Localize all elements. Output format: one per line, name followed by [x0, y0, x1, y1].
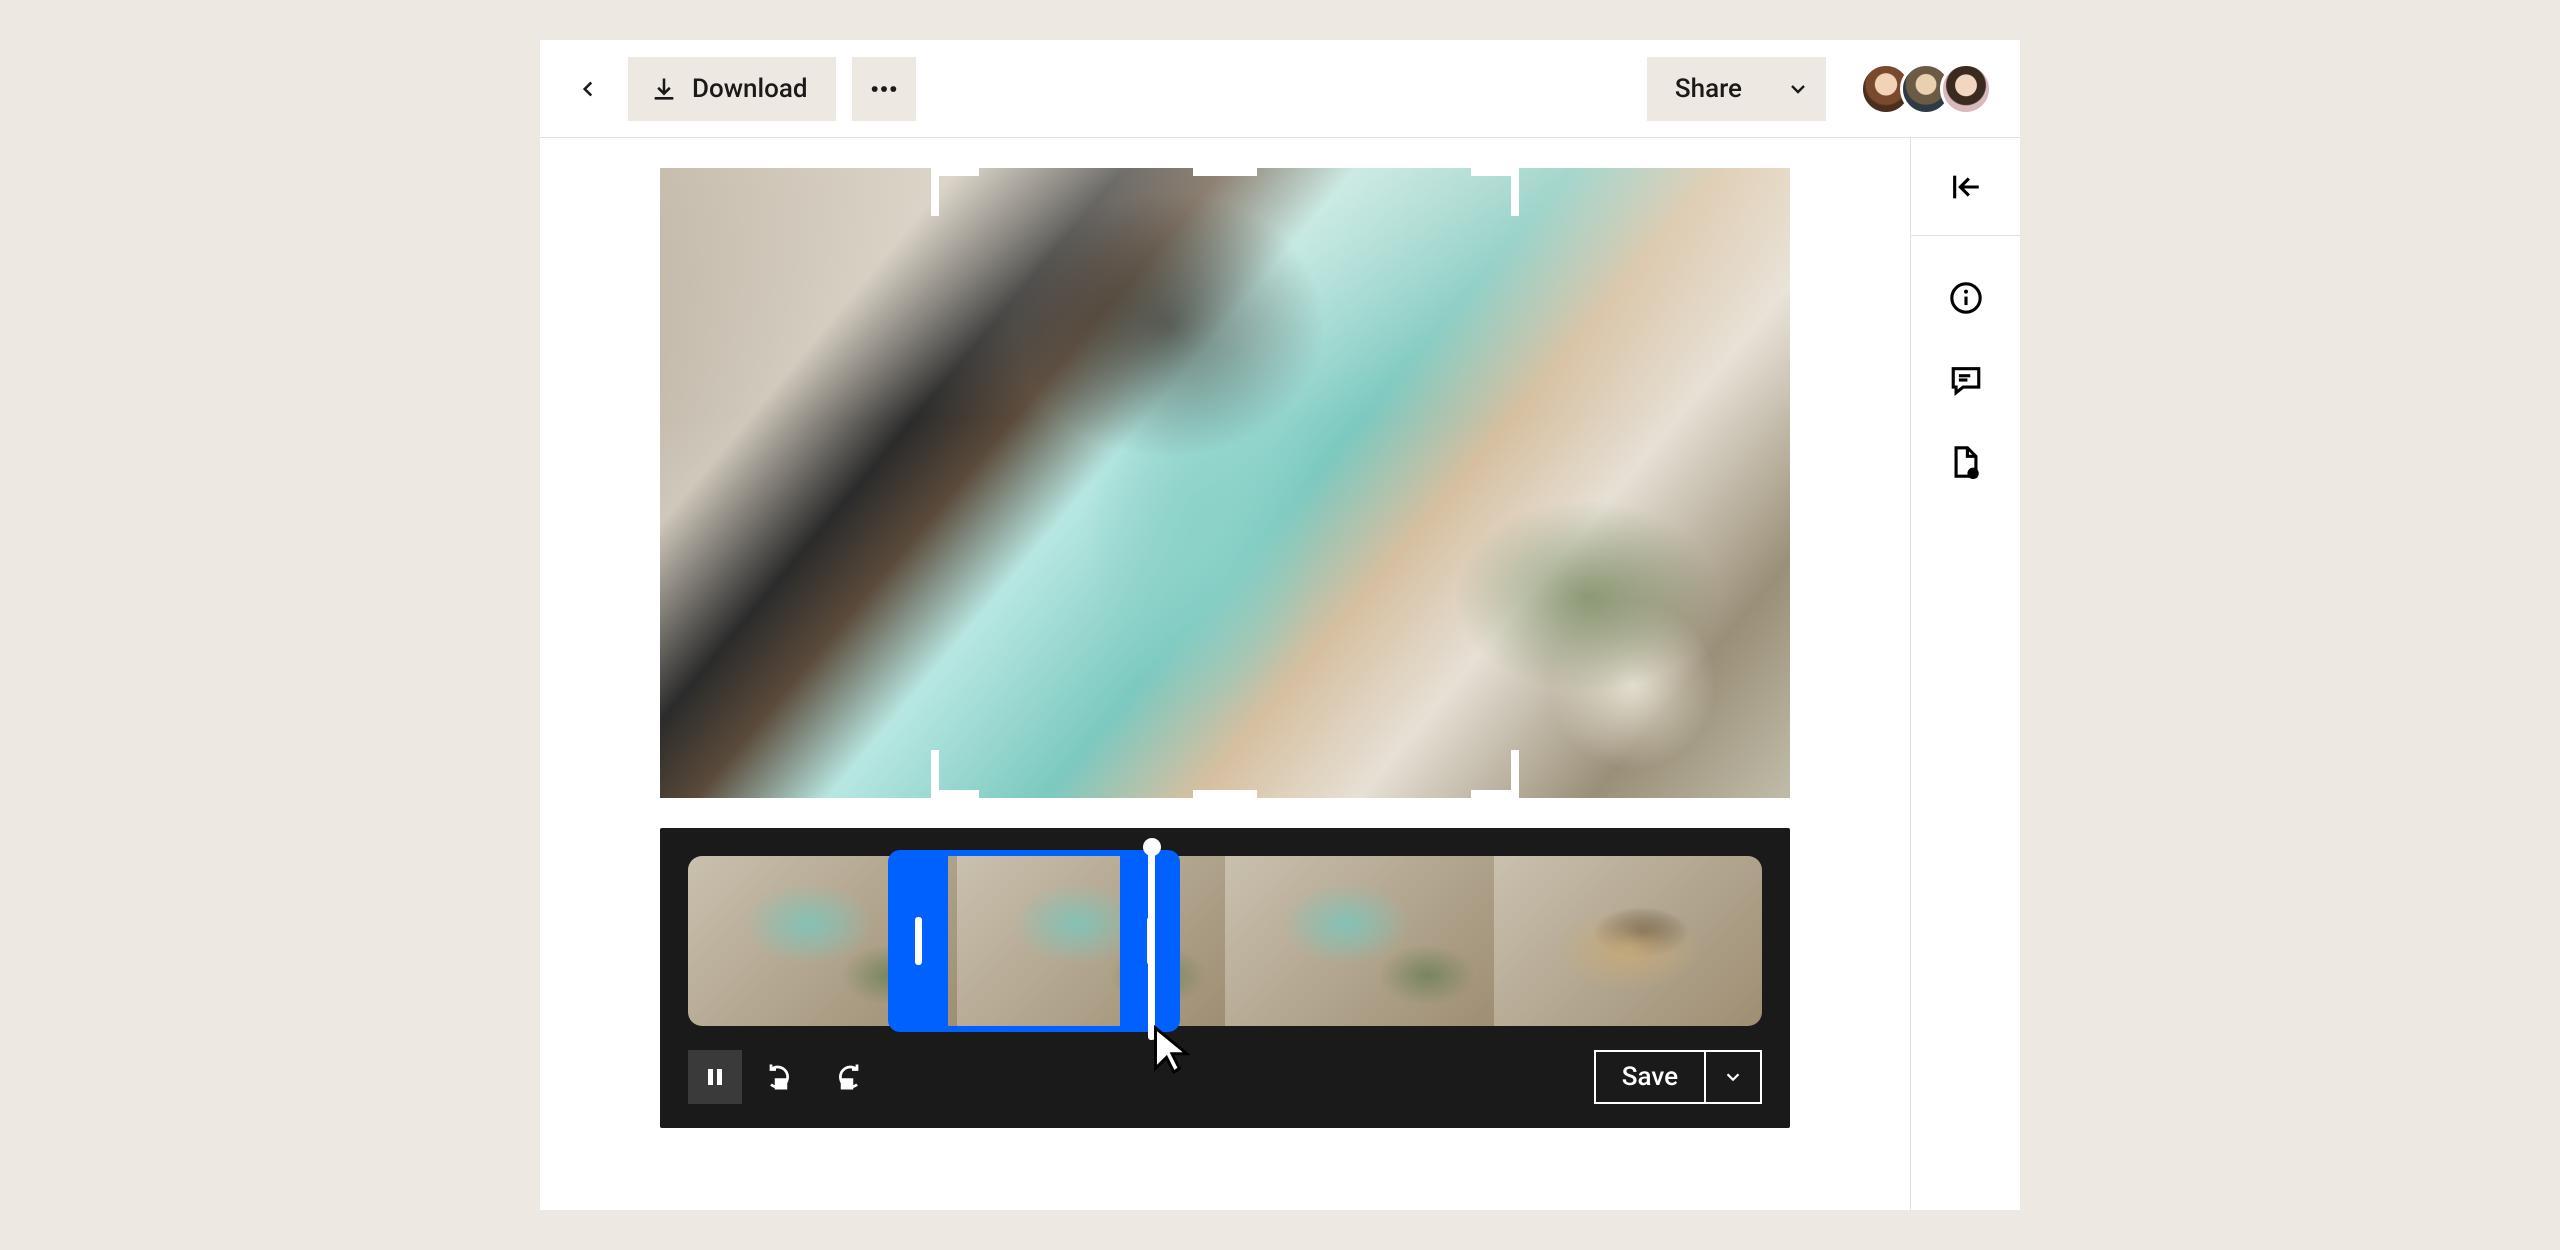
collapse-panel-button[interactable]: [1911, 138, 2020, 236]
share-button[interactable]: Share: [1647, 57, 1770, 121]
side-rail: [1910, 138, 2020, 1210]
video-preview[interactable]: [660, 168, 1790, 798]
save-button-group: Save: [1594, 1050, 1762, 1104]
share-options-button[interactable]: [1770, 57, 1826, 121]
editor-controls: Save: [688, 1050, 1762, 1104]
save-options-button[interactable]: [1706, 1050, 1762, 1104]
back-button[interactable]: [564, 65, 612, 113]
file-activity-icon: [1949, 445, 1983, 479]
timeline-editor: Save: [660, 828, 1790, 1128]
crop-corner-top-right[interactable]: [1471, 168, 1519, 216]
trim-handle-left[interactable]: [888, 850, 948, 1032]
pause-icon: [703, 1065, 727, 1089]
timeline-thumbnail: [1225, 856, 1494, 1026]
info-button[interactable]: [1946, 278, 1986, 318]
file-preview-window: Download Share: [540, 40, 2020, 1210]
crop-corner-bottom-right[interactable]: [1471, 750, 1519, 798]
avatar[interactable]: [1940, 63, 1992, 115]
save-button[interactable]: Save: [1594, 1050, 1706, 1104]
selection-border: [948, 850, 1120, 856]
rotate-right-button[interactable]: [820, 1050, 874, 1104]
selection-border: [948, 1026, 1120, 1032]
download-label: Download: [692, 74, 808, 104]
thumbnail-strip: [688, 856, 1762, 1026]
rotate-left-icon: [766, 1062, 796, 1092]
rotate-right-icon: [832, 1062, 862, 1092]
playhead[interactable]: [1148, 842, 1155, 1040]
crop-edge-top[interactable]: [1193, 168, 1257, 176]
back-icon: [575, 76, 601, 102]
save-label: Save: [1622, 1062, 1678, 1092]
chevron-down-icon: [1722, 1066, 1744, 1088]
body: Save: [540, 138, 2020, 1210]
share-label: Share: [1675, 74, 1742, 104]
pause-button[interactable]: [688, 1050, 742, 1104]
top-toolbar: Download Share: [540, 40, 2020, 138]
download-icon: [650, 75, 678, 103]
video-frame: [660, 168, 1790, 798]
rotate-left-button[interactable]: [754, 1050, 808, 1104]
collaborator-avatars: [1860, 63, 1992, 115]
collapse-panel-icon: [1949, 170, 1983, 204]
crop-edge-bottom[interactable]: [1193, 790, 1257, 798]
timeline-thumbnail: [957, 856, 1226, 1026]
crop-corner-bottom-left[interactable]: [931, 750, 979, 798]
chevron-down-icon: [1786, 77, 1810, 101]
comments-button[interactable]: [1946, 360, 1986, 400]
crop-corner-top-left[interactable]: [931, 168, 979, 216]
more-actions-button[interactable]: [852, 57, 916, 121]
timeline-thumbnail: [1494, 856, 1763, 1026]
more-horizontal-icon: [868, 73, 900, 105]
canvas-area: Save: [540, 138, 1910, 1210]
timeline[interactable]: [688, 856, 1762, 1026]
file-activity-button[interactable]: [1946, 442, 1986, 482]
info-icon: [1949, 281, 1983, 315]
comment-icon: [1949, 363, 1983, 397]
download-button[interactable]: Download: [628, 57, 836, 121]
